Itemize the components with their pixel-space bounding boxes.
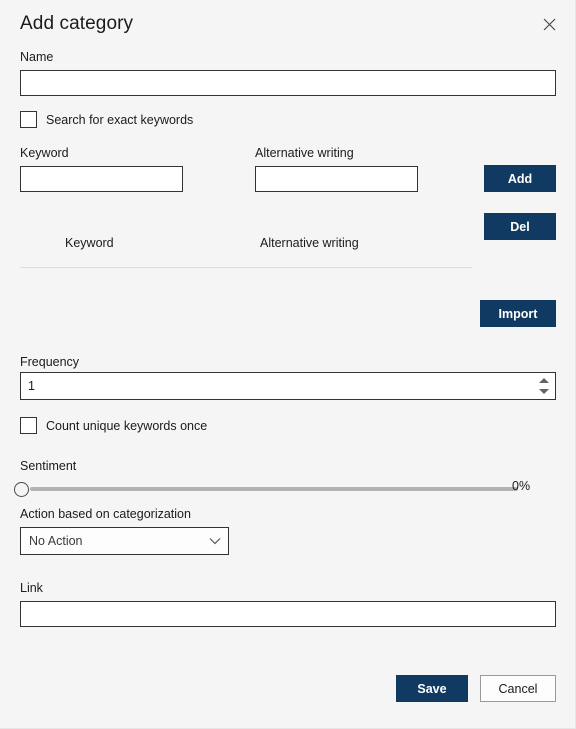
link-label: Link <box>20 581 43 595</box>
chevron-down-icon[interactable] <box>537 386 551 397</box>
sentiment-slider-thumb[interactable] <box>14 482 29 497</box>
page-title: Add category <box>20 13 134 34</box>
add-category-dialog: Add category Name Search for exact keywo… <box>0 0 576 729</box>
exact-keywords-label: Search for exact keywords <box>46 112 194 127</box>
import-button[interactable]: Import <box>480 300 556 327</box>
alternative-writing-label: Alternative writing <box>255 146 354 160</box>
link-input[interactable] <box>20 601 556 627</box>
sentiment-slider-track[interactable] <box>30 487 518 491</box>
chevron-down-icon[interactable] <box>202 537 228 545</box>
sentiment-slider[interactable] <box>12 478 518 500</box>
name-label: Name <box>20 50 54 64</box>
add-keyword-button[interactable]: Add <box>484 165 556 192</box>
dialog-titlebar: Add category <box>0 0 576 48</box>
exact-keywords-checkbox[interactable] <box>20 111 37 128</box>
keyword-table-col-keyword: Keyword <box>65 236 114 250</box>
delete-keyword-button[interactable]: Del <box>484 213 556 240</box>
save-button[interactable]: Save <box>396 675 468 702</box>
name-input[interactable] <box>20 70 556 96</box>
keyword-table: Keyword Alternative writing <box>20 236 472 260</box>
keyword-table-divider <box>20 267 472 268</box>
count-unique-checkbox-row[interactable]: Count unique keywords once <box>20 417 207 434</box>
cancel-button[interactable]: Cancel <box>480 675 556 702</box>
frequency-spinner-buttons[interactable] <box>533 373 555 399</box>
count-unique-checkbox[interactable] <box>20 417 37 434</box>
exact-keywords-checkbox-row[interactable]: Search for exact keywords <box>20 111 193 128</box>
alternative-writing-input[interactable] <box>255 166 418 192</box>
action-label: Action based on categorization <box>20 507 191 521</box>
frequency-label: Frequency <box>20 355 80 369</box>
count-unique-label: Count unique keywords once <box>46 418 208 433</box>
keyword-label: Keyword <box>20 146 69 160</box>
frequency-stepper[interactable] <box>20 372 556 400</box>
keyword-input[interactable] <box>20 166 183 192</box>
chevron-up-icon[interactable] <box>537 375 551 386</box>
close-icon[interactable] <box>534 10 564 38</box>
action-dropdown[interactable]: No Action <box>20 527 229 555</box>
sentiment-label: Sentiment <box>20 459 77 473</box>
sentiment-value: 0% <box>512 479 531 493</box>
action-dropdown-value: No Action <box>29 534 83 548</box>
frequency-input[interactable] <box>20 372 556 400</box>
keyword-table-col-alternative: Alternative writing <box>260 236 359 250</box>
keyword-table-header: Keyword Alternative writing <box>20 236 472 260</box>
